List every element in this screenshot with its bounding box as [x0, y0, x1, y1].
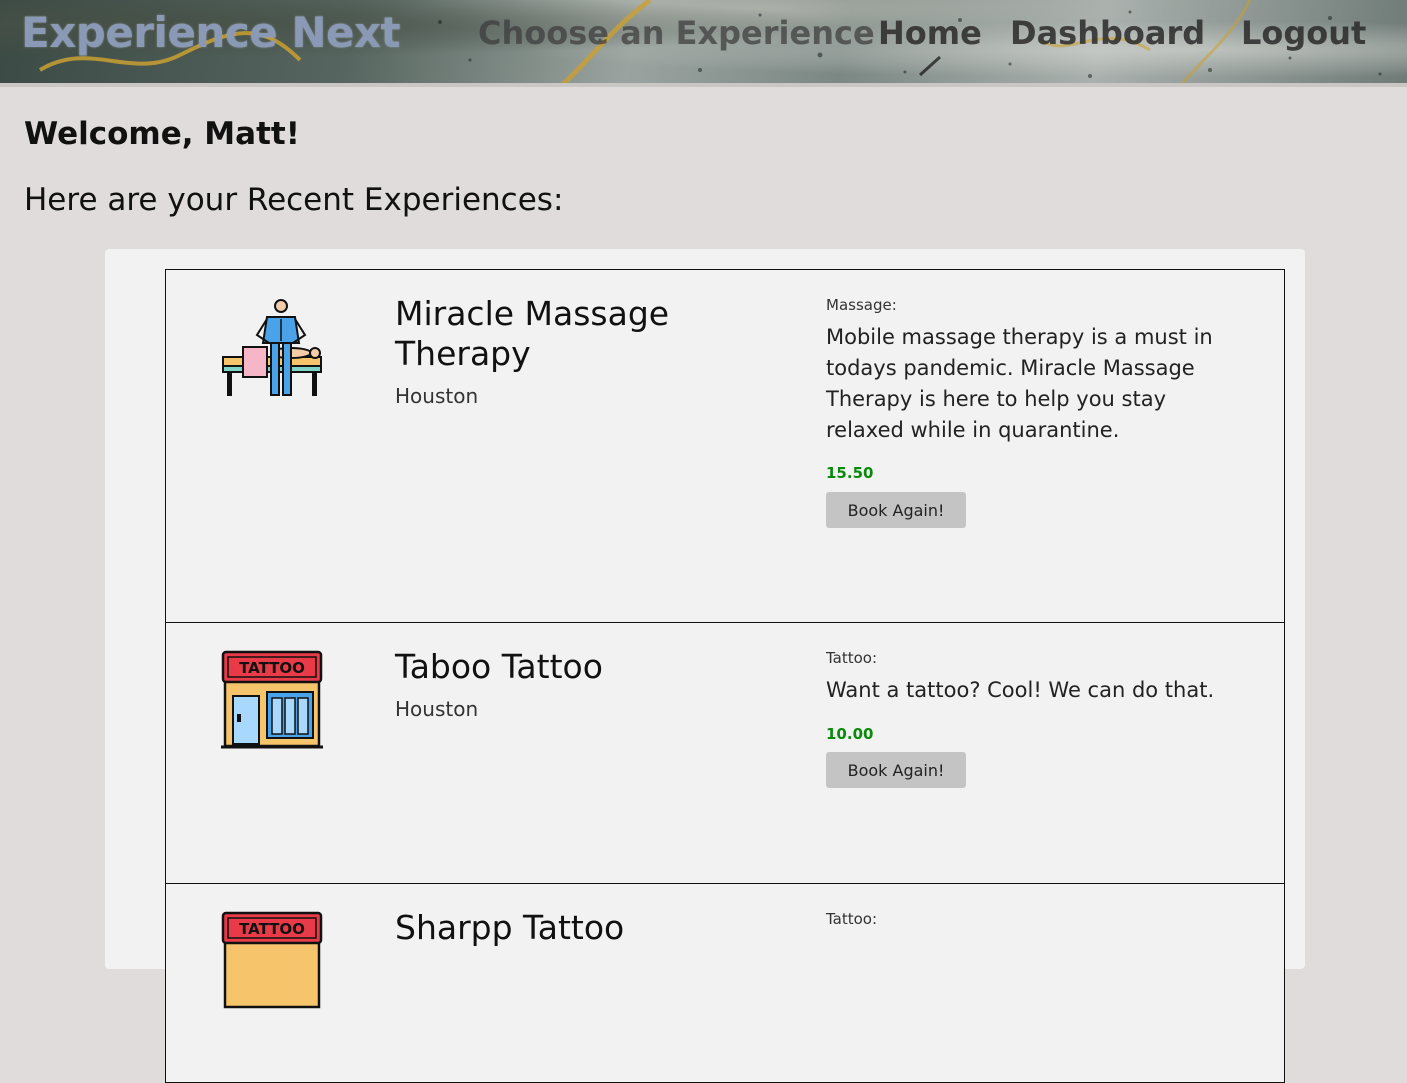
experience-category: Massage: — [826, 296, 897, 314]
experience-card: TATTOO Sharpp Tattoo Tattoo: — [165, 883, 1285, 1083]
nav-choose-experience[interactable]: Choose an Experience — [478, 14, 875, 52]
nav-home[interactable]: Home — [878, 14, 982, 52]
experiences-panel: Miracle Massage Therapy Houston Massage:… — [105, 249, 1305, 1083]
experience-price: 15.50 — [826, 464, 874, 482]
experience-name: Sharpp Tattoo — [395, 908, 625, 947]
tattoo-shop-icon: TATTOO — [221, 650, 323, 749]
massage-icon — [222, 299, 322, 396]
experience-city: Houston — [395, 384, 479, 408]
experience-name: Taboo Tattoo — [395, 647, 603, 686]
welcome-heading: Welcome, Matt! — [24, 116, 300, 152]
experience-card: TATTOO Taboo Tattoo Houston Tattoo: Want… — [165, 622, 1285, 884]
brand-logo[interactable]: Experience Next — [21, 8, 401, 57]
experience-category: Tattoo: — [826, 649, 878, 667]
tattoo-shop-icon: TATTOO — [221, 911, 323, 1009]
experience-category: Tattoo: — [826, 910, 878, 928]
tattoo-sign-text: TATTOO — [239, 920, 305, 938]
experience-price: 10.00 — [826, 725, 874, 743]
nav-logout[interactable]: Logout — [1241, 14, 1366, 52]
experience-name: Miracle Massage Therapy — [395, 294, 670, 373]
book-again-button[interactable]: Book Again! — [826, 492, 966, 528]
site-header: Experience Next Choose an Experience Hom… — [0, 0, 1407, 87]
tattoo-sign-text: TATTOO — [239, 659, 305, 677]
nav-dashboard[interactable]: Dashboard — [1010, 14, 1205, 52]
experience-description: Want a tattoo? Cool! We can do that. — [826, 678, 1215, 702]
experience-card: Miracle Massage Therapy Houston Massage:… — [165, 269, 1285, 623]
experience-city: Houston — [395, 697, 479, 721]
recent-experiences-heading: Here are your Recent Experiences: — [24, 182, 564, 218]
experience-description: Mobile massage therapy is a must in toda… — [826, 325, 1213, 442]
book-again-button[interactable]: Book Again! — [826, 752, 966, 788]
